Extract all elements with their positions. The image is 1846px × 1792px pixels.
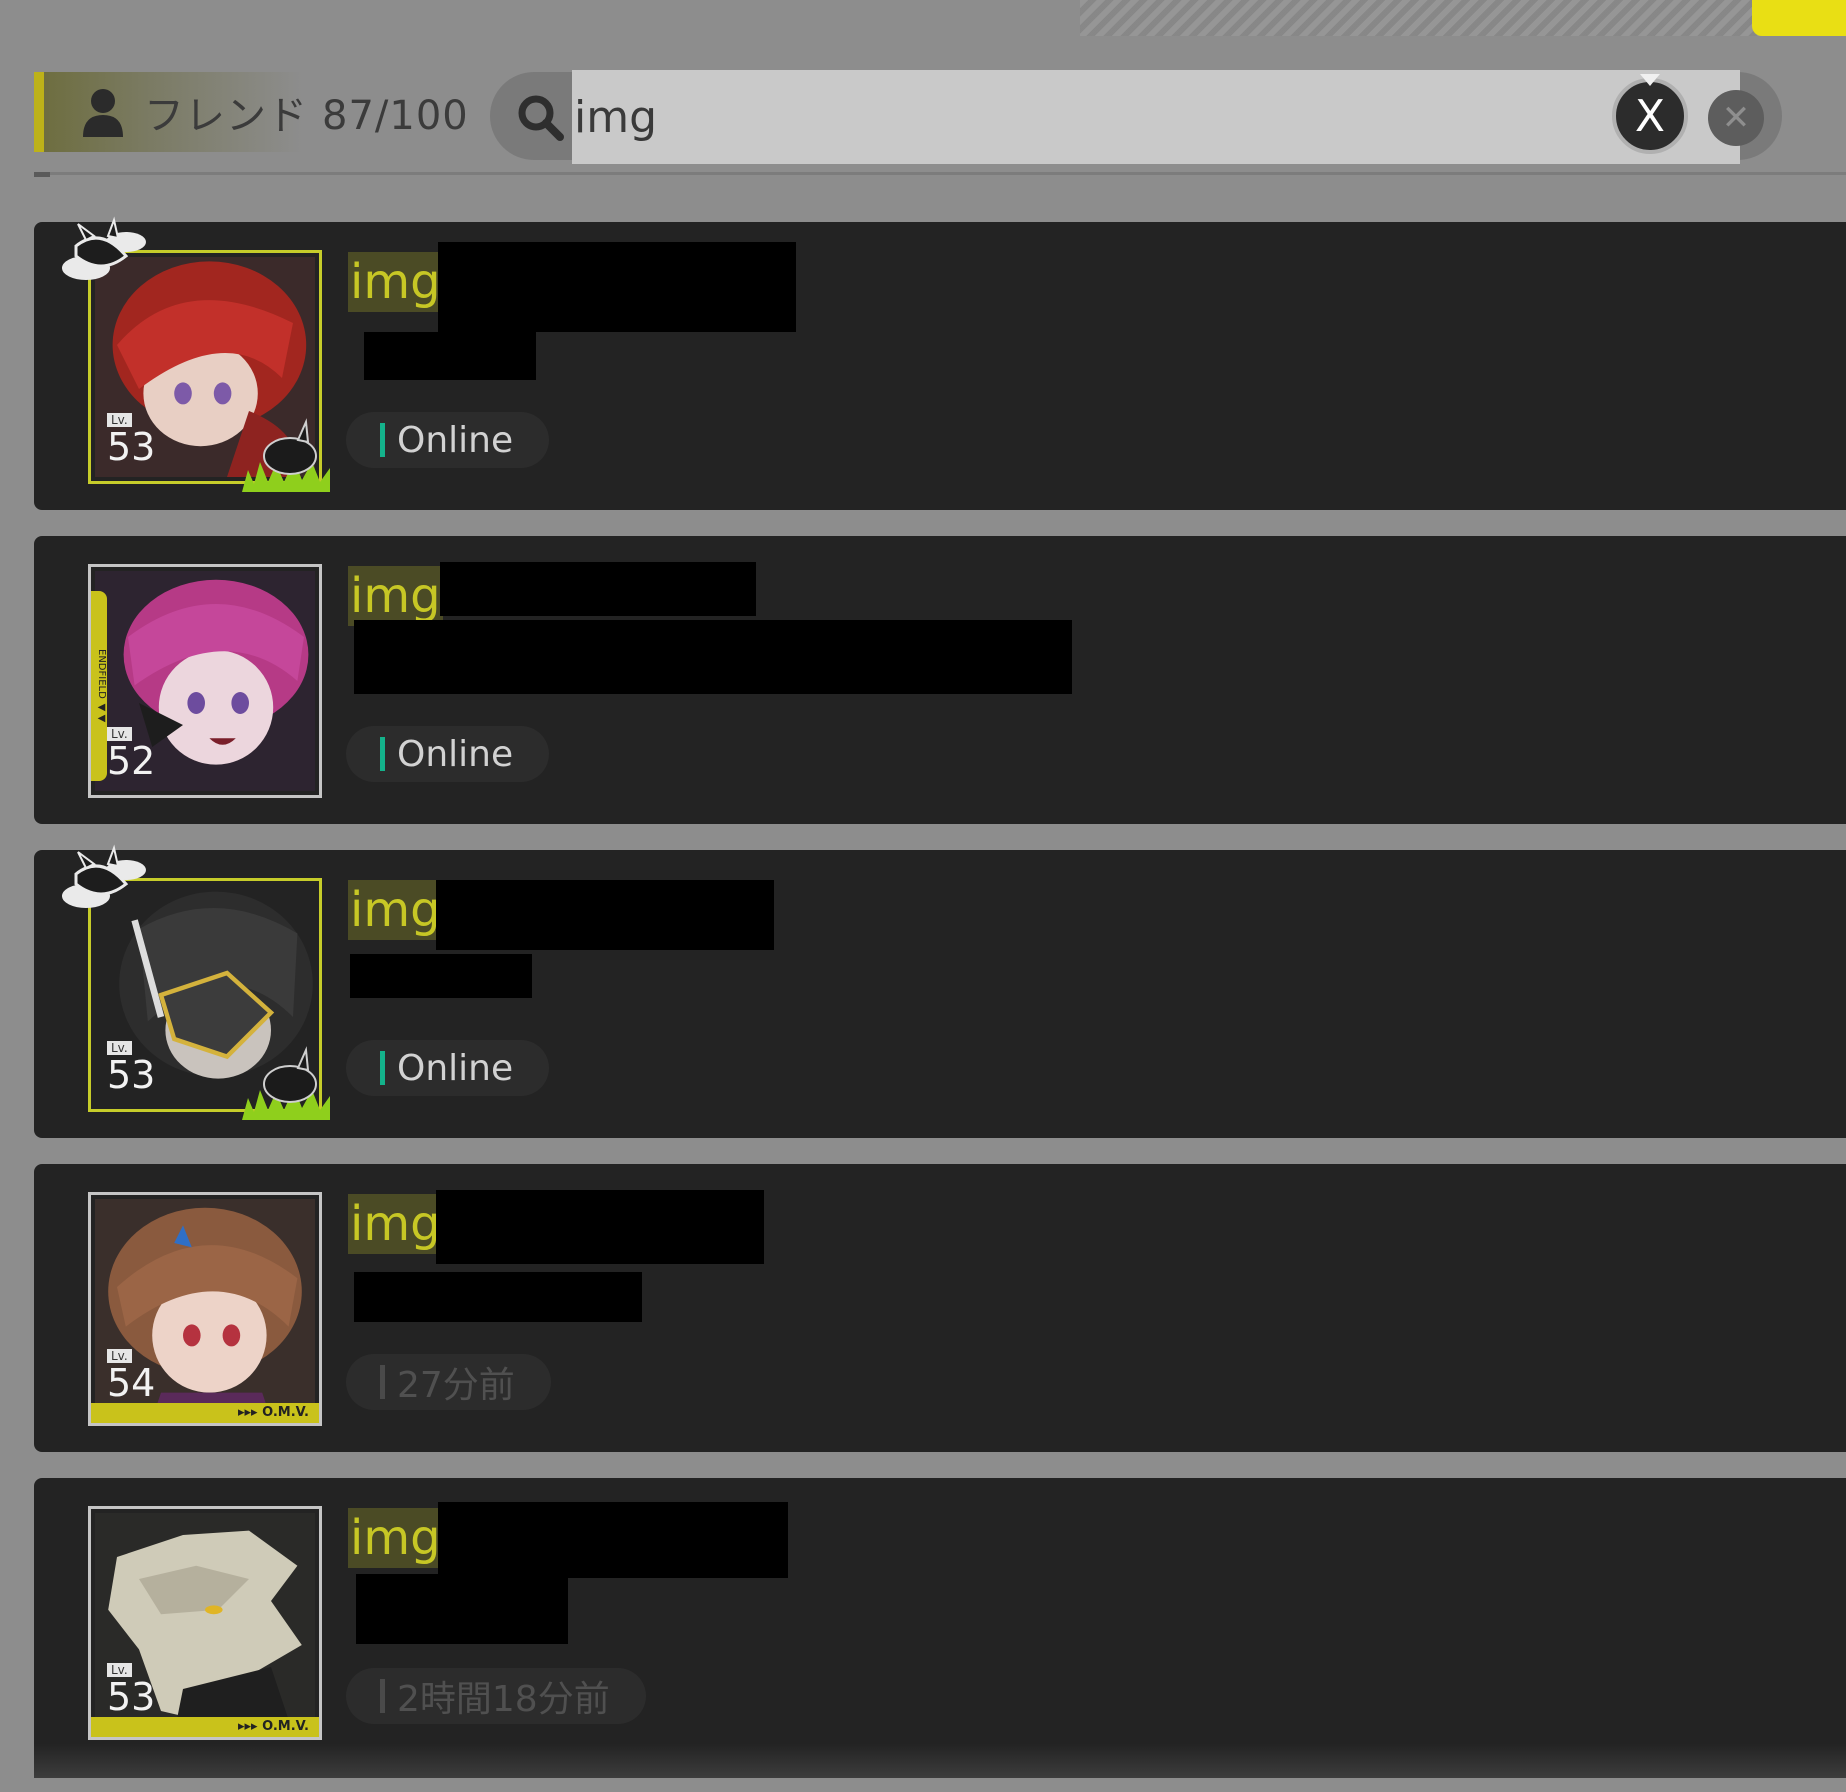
caret-down-icon (1640, 74, 1660, 86)
search-input[interactable] (572, 70, 1740, 164)
grass-cat-badge-icon (242, 418, 330, 492)
list-bottom-fade (34, 1744, 1846, 1778)
friend-name: img (348, 1508, 443, 1568)
x-icon: X (1634, 90, 1666, 142)
status-badge: Online (346, 726, 550, 782)
friend-name: img (348, 566, 443, 626)
level-tag: Lv. 52 (107, 723, 156, 783)
avatar[interactable]: Lv. 54 ▸▸▸ O.M.V. (88, 1192, 322, 1426)
redacted-subtext (354, 1272, 642, 1322)
status-text: Online (397, 1047, 514, 1089)
divider-tick (34, 172, 50, 177)
redacted-subtext (364, 332, 536, 380)
status-badge: Online (346, 1040, 550, 1096)
close-search-button[interactable]: ✕ (1708, 90, 1764, 146)
redacted-subtext (356, 1574, 568, 1644)
level-tag: Lv. 53 (107, 1659, 156, 1719)
friend-card[interactable]: Lv. 53 img Online (34, 216, 1846, 510)
status-indicator (380, 1679, 385, 1713)
search-icon (518, 95, 564, 141)
status-indicator (380, 1365, 385, 1399)
clear-text-button[interactable]: X (1612, 74, 1688, 154)
level-tag: Lv. 53 (107, 409, 156, 469)
status-indicator (380, 423, 385, 457)
avatar[interactable]: Lv. 53 ▸▸▸ O.M.V. (88, 1506, 322, 1740)
status-indicator (380, 1051, 385, 1085)
friend-counter-label: フレンド 87/100 (144, 83, 469, 141)
redacted-subtext (354, 620, 1072, 694)
person-icon (83, 89, 123, 137)
top-yellow-tab[interactable] (1752, 0, 1846, 36)
friend-name: img (348, 1194, 443, 1254)
friend-card[interactable]: Lv. 53 ▸▸▸ O.M.V. img 2時間18分前 (34, 1478, 1846, 1766)
friend-counter: フレンド 87/100 (34, 72, 474, 152)
level-value: 54 (107, 1361, 156, 1405)
friend-label: フレンド (144, 93, 308, 139)
friend-card[interactable]: ENDFIELD ◀◀ Lv. 52 img Online (34, 536, 1846, 824)
level-value: 53 (107, 1675, 156, 1719)
level-tag: Lv. 54 (107, 1345, 156, 1405)
level-value: 53 (107, 1053, 156, 1097)
cat-cloud-badge-icon (62, 844, 146, 908)
close-icon: ✕ (1721, 98, 1751, 138)
friend-name: img (348, 252, 443, 312)
status-text: Online (397, 733, 514, 775)
status-badge: 27分前 (346, 1354, 551, 1410)
friend-card[interactable]: Lv. 54 ▸▸▸ O.M.V. img 27分前 (34, 1164, 1846, 1452)
friend-list: Lv. 53 img Online ENDFIELD ◀◀ Lv. 52 img… (34, 216, 1846, 1792)
omv-strip: ▸▸▸ O.M.V. (91, 1717, 319, 1737)
redacted-subtext (350, 954, 532, 998)
header-divider (34, 172, 1846, 175)
status-text: 27分前 (397, 1365, 515, 1406)
top-decorative-stripes (1080, 0, 1760, 36)
friend-count: 87/100 (322, 93, 469, 139)
avatar[interactable]: ENDFIELD ◀◀ Lv. 52 (88, 564, 322, 798)
grass-cat-badge-icon (242, 1046, 330, 1120)
friend-name: img (348, 880, 443, 940)
status-text: Online (397, 419, 514, 461)
redacted-name (436, 880, 774, 950)
status-badge: 2時間18分前 (346, 1668, 646, 1724)
status-badge: Online (346, 412, 550, 468)
level-tag: Lv. 53 (107, 1037, 156, 1097)
redacted-name (440, 562, 756, 616)
level-value: 52 (107, 739, 156, 783)
friend-card[interactable]: Lv. 53 img Online (34, 844, 1846, 1138)
redacted-name (438, 1502, 788, 1578)
endfield-strip: ENDFIELD ◀◀ (91, 591, 107, 781)
cat-cloud-badge-icon (62, 216, 146, 280)
status-text: 2時間18分前 (397, 1679, 610, 1720)
redacted-name (436, 1190, 764, 1264)
omv-strip: ▸▸▸ O.M.V. (91, 1403, 319, 1423)
status-indicator (380, 737, 385, 771)
level-value: 53 (107, 425, 156, 469)
redacted-name (438, 242, 796, 332)
